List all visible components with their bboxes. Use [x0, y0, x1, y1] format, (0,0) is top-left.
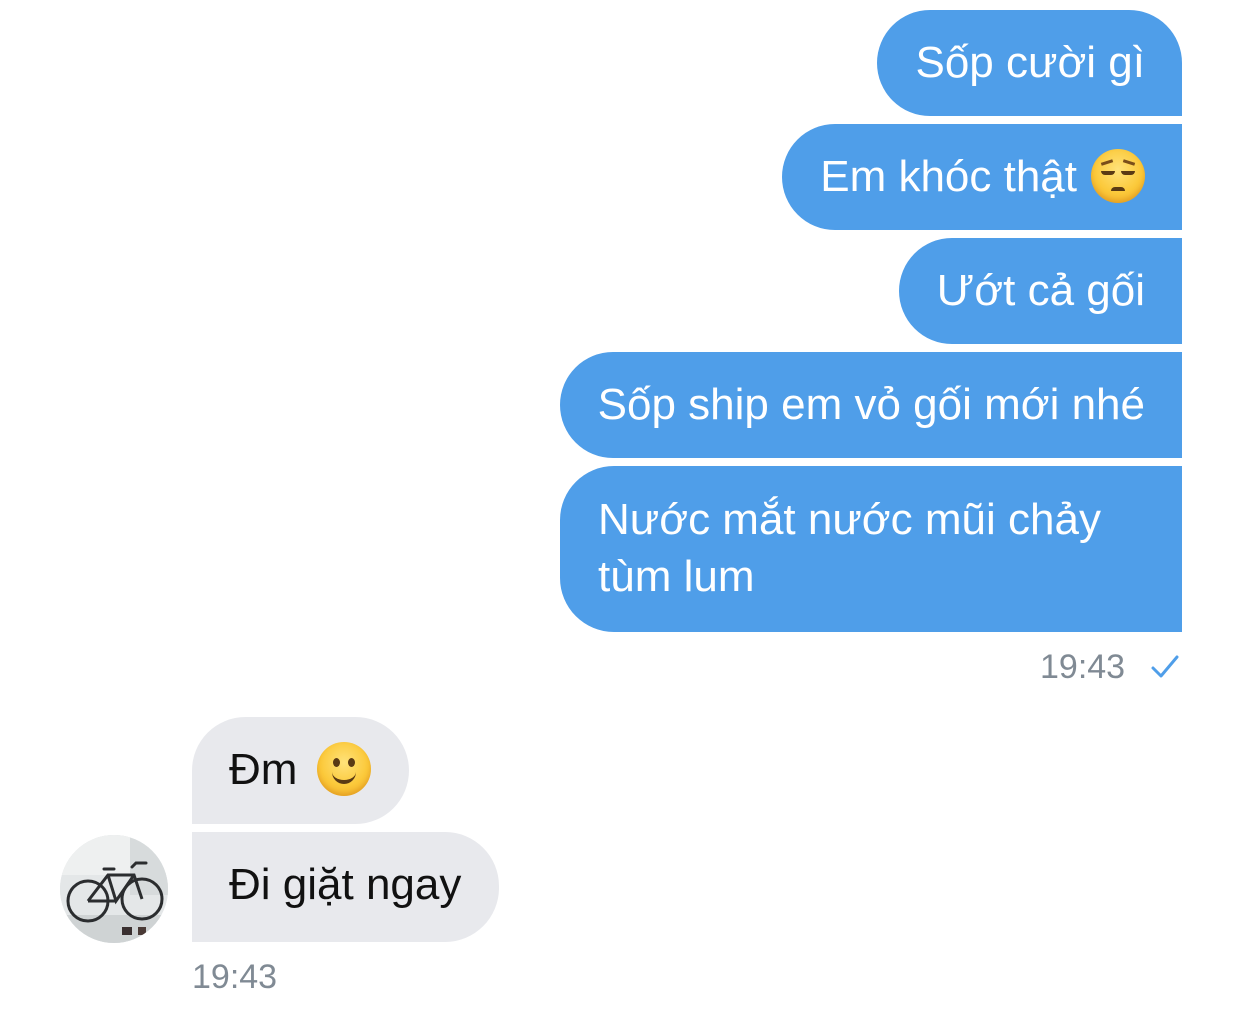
outgoing-timestamp: 19:43 [1040, 648, 1126, 686]
outgoing-message-bubble[interactable]: Sốp cười gì [877, 10, 1182, 116]
outgoing-message-bubble[interactable]: Em khóc thật [782, 124, 1182, 230]
sender-avatar[interactable] [60, 835, 168, 943]
message-text: Ướt cả gối [936, 266, 1145, 315]
incoming-message-bubble[interactable]: Đm [192, 717, 410, 824]
message-text: Đi giặt ngay [229, 860, 462, 909]
message-text: Nước mắt nước mũi chảy tùm lum [598, 495, 1101, 601]
outgoing-message-bubble[interactable]: Sốp ship em vỏ gối mới nhé [559, 352, 1182, 458]
message-text: Em khóc thật [820, 152, 1077, 201]
chat-conversation: Sốp cười gì Em khóc thật Ướt cả gối Sốp … [0, 0, 1242, 1015]
message-text: Đm [229, 745, 298, 794]
outgoing-message-bubble[interactable]: Nước mắt nước mũi chảy tùm lum [560, 466, 1182, 632]
incoming-message-bubble[interactable]: Đi giặt ngay [192, 832, 500, 942]
sent-check-icon [1151, 655, 1179, 678]
incoming-timestamp: 19:43 [192, 958, 278, 996]
message-text: Sốp ship em vỏ gối mới nhé [597, 380, 1145, 429]
message-text: Sốp cười gì [915, 38, 1145, 87]
bicycle-photo-icon [60, 835, 168, 943]
slightly-smiling-face-emoji-icon [317, 742, 372, 796]
pensive-face-emoji-icon [1091, 149, 1145, 203]
outgoing-message-bubble[interactable]: Ướt cả gối [898, 238, 1182, 344]
